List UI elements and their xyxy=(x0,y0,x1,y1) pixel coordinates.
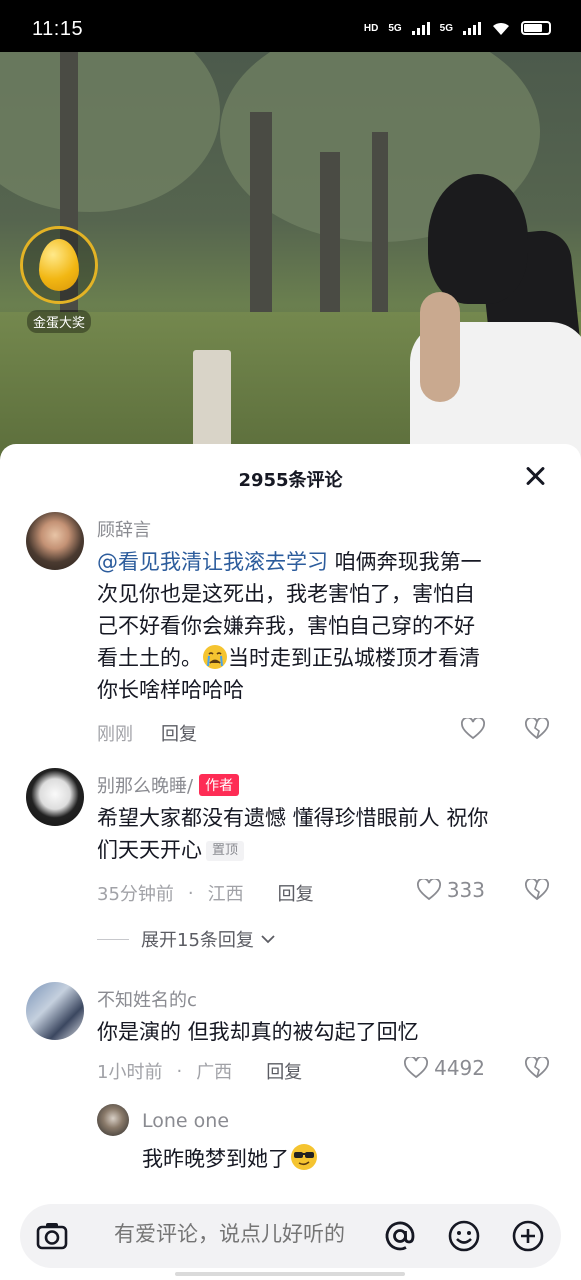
comments-sheet: 2955条评论 顾辞言 @看见我清让我滚去学习 咱俩奔现我第一 次见你也是这死出… xyxy=(0,444,581,1280)
signal-icon-1 xyxy=(411,21,430,35)
hd-icon: HD xyxy=(363,22,379,34)
signal-icon-2 xyxy=(463,21,481,35)
comment-actions: 333 xyxy=(416,878,549,902)
dislike-broken-heart-icon[interactable] xyxy=(525,718,549,740)
author-name[interactable]: 顾辞言 xyxy=(97,516,151,542)
person-arm xyxy=(420,292,460,402)
sunglasses-emoji-icon xyxy=(291,1144,317,1170)
comment-body: 希望大家都没有遗憾 懂得珍惜眼前人 祝你 们天天开心 置顶 xyxy=(97,802,557,866)
add-icon[interactable] xyxy=(510,1218,546,1254)
comment-input-bar xyxy=(0,1200,581,1280)
comment-location: 江西 xyxy=(207,884,244,905)
comment-author[interactable]: 不知姓名的c xyxy=(97,986,197,1012)
chevron-down-icon xyxy=(261,935,275,944)
comment-input[interactable] xyxy=(114,1222,394,1246)
comment-text: 咱俩奔现我第一 xyxy=(328,550,482,574)
comment-time: 35分钟前 xyxy=(97,884,174,905)
comment-meta: 刚刚 回复 xyxy=(97,720,197,746)
comment-text: 你是演的 但我却真的被勾起了回忆 xyxy=(97,1020,419,1044)
comment-item: 顾辞言 @看见我清让我滚去学习 咱俩奔现我第一 次见你也是这死出，我老害怕了，害… xyxy=(0,508,581,748)
network-5g-label-2: 5G xyxy=(439,22,453,34)
dislike-broken-heart-icon[interactable] xyxy=(525,1057,549,1079)
reply-button[interactable]: 回复 xyxy=(266,1058,302,1084)
comment-time: 1小时前 xyxy=(97,1062,163,1083)
comment-text: 们天天开心 xyxy=(97,838,202,862)
like-count: 333 xyxy=(446,878,485,902)
author-badge: 作者 xyxy=(199,774,240,796)
sub-reply-text: 我昨晚梦到她了 xyxy=(142,1147,289,1171)
close-icon[interactable] xyxy=(521,462,549,490)
comment-actions: 4492 xyxy=(404,1056,549,1080)
golden-egg-label: 金蛋大奖 xyxy=(26,310,91,333)
comment-author[interactable]: 顾辞言 xyxy=(97,516,151,542)
status-time: 11:15 xyxy=(32,18,84,40)
comments-header: 2955条评论 xyxy=(0,444,581,508)
comment-text: 你长啥样哈哈哈 xyxy=(97,678,244,702)
reply-button[interactable]: 回复 xyxy=(161,720,197,746)
foliage xyxy=(0,52,220,212)
avatar[interactable] xyxy=(26,768,84,826)
comment-text: 次见你也是这死出，我老害怕了，害怕自 xyxy=(97,582,475,606)
golden-egg-icon xyxy=(39,239,79,291)
comment-text: 看土土的。 xyxy=(97,646,202,670)
status-icons: HD 5G 5G xyxy=(364,20,551,36)
avatar[interactable] xyxy=(97,1104,129,1136)
sub-reply-item: Lone one 我昨晚梦到她了 xyxy=(0,1100,581,1190)
golden-egg-widget[interactable]: 金蛋大奖 xyxy=(20,226,98,333)
meta-separator: · xyxy=(176,1060,183,1082)
battery-icon xyxy=(521,21,551,35)
network-5g-label-1: 5G xyxy=(388,22,402,34)
golden-egg-ring[interactable] xyxy=(20,226,98,304)
comment-text: 己不好看你会嫌弃我，害怕自己穿的不好 xyxy=(97,614,475,638)
sub-reply-author[interactable]: Lone one xyxy=(142,1110,229,1132)
comment-input-pill[interactable] xyxy=(20,1204,561,1268)
mention-at-icon[interactable] xyxy=(382,1218,418,1254)
like-count: 4492 xyxy=(434,1056,485,1080)
comment-author[interactable]: 别那么晚睡/ 作者 xyxy=(97,772,240,798)
comment-text: 当时走到正弘城楼顶才看清 xyxy=(228,646,480,670)
avatar[interactable] xyxy=(26,982,84,1040)
expand-replies-button[interactable]: 展开15条回复 xyxy=(97,926,276,952)
status-bar: 11:15 HD 5G 5G xyxy=(0,0,581,58)
wifi-icon xyxy=(493,22,509,35)
author-name[interactable]: 不知姓名的c xyxy=(97,986,197,1012)
divider-line xyxy=(97,938,129,940)
comment-time: 刚刚 xyxy=(97,724,133,745)
camera-icon[interactable] xyxy=(34,1218,70,1254)
like-button[interactable]: 4492 xyxy=(404,1056,485,1080)
avatar[interactable] xyxy=(26,512,84,570)
meta-separator: · xyxy=(187,882,194,904)
comment-location: 广西 xyxy=(196,1062,233,1083)
comment-body: @看见我清让我滚去学习 咱俩奔现我第一 次见你也是这死出，我老害怕了，害怕自 己… xyxy=(97,546,557,706)
crying-emoji-icon xyxy=(203,645,227,669)
comment-item: 别那么晚睡/ 作者 希望大家都没有遗憾 懂得珍惜眼前人 祝你 们天天开心 置顶 3… xyxy=(0,764,581,964)
comment-actions xyxy=(461,718,549,740)
home-indicator xyxy=(175,1272,405,1276)
dislike-broken-heart-icon[interactable] xyxy=(525,879,549,901)
pinned-badge: 置顶 xyxy=(206,841,245,861)
person-head xyxy=(428,174,528,304)
like-button[interactable]: 333 xyxy=(416,878,485,902)
comment-count: 2955条评论 xyxy=(238,470,343,491)
like-heart-icon xyxy=(416,879,441,901)
comment-meta: 1小时前 · 广西 回复 xyxy=(97,1058,302,1084)
comment-text: 希望大家都没有遗憾 懂得珍惜眼前人 祝你 xyxy=(97,806,489,830)
sub-reply-body: 我昨晚梦到她了 xyxy=(142,1142,542,1175)
like-heart-icon xyxy=(404,1057,429,1079)
like-heart-icon[interactable] xyxy=(461,718,485,740)
reply-button[interactable]: 回复 xyxy=(278,880,314,906)
author-name[interactable]: 别那么晚睡/ xyxy=(97,772,193,798)
expand-replies-label: 展开15条回复 xyxy=(141,930,254,951)
mention-link[interactable]: @看见我清让我滚去学习 xyxy=(97,550,328,574)
comment-meta: 35分钟前 · 江西 回复 xyxy=(97,880,314,906)
comment-item: 不知姓名的c 你是演的 但我却真的被勾起了回忆 1小时前 · 广西 回复 449… xyxy=(0,978,581,1098)
emoji-icon[interactable] xyxy=(446,1218,482,1254)
